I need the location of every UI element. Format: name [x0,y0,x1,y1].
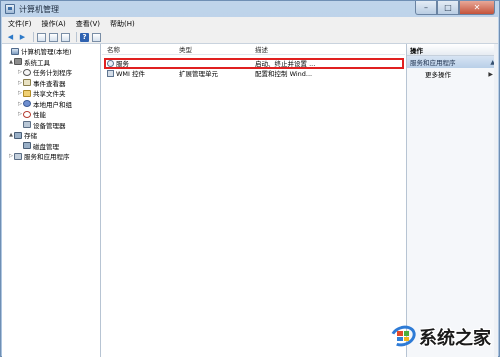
tree-item-storage[interactable]: ▲ 存储 [2,130,100,141]
tools-icon [14,58,22,66]
menu-action[interactable]: 操作(A) [42,19,66,29]
list-cell-name: WMI 控件 [102,68,179,78]
wmi-icon [107,69,114,77]
actions-title: 操作 [407,44,498,56]
toolbar-separator [33,32,34,42]
performance-icon [23,110,31,118]
column-header-description[interactable]: 描述 [255,44,405,54]
navigation-tree: 计算机管理(本地) ▲ 系统工具 ▷ 任务计划程序 ▷ 事件查看器 ▷ 共享文件… [2,44,101,357]
watermark-text: 系统之家 [419,328,491,349]
tree-item-shared-folders[interactable]: ▷ 共享文件夹 [2,88,100,99]
actions-pane: 操作 服务和应用程序 ▲ 更多操作 ▶ [406,44,498,357]
list-header: 名称 类型 描述 [102,44,405,55]
tree-item-disk-management[interactable]: 磁盘管理 [2,141,100,152]
show-action-pane-icon[interactable] [92,32,101,42]
tree-item-event-viewer[interactable]: ▷ 事件查看器 [2,78,100,89]
maximize-button[interactable]: □ [437,1,459,15]
tree-item-label: 系统工具 [24,58,50,67]
tree-item-label: 本地用户和组 [33,100,72,109]
event-log-icon [23,79,31,87]
details-list: 名称 类型 描述 服务 启动、终止并设置 ... WMI 控件 扩展管理单元 配… [102,44,405,357]
list-cell-type: 扩展管理单元 [179,70,218,78]
tree-item-task-scheduler[interactable]: ▷ 任务计划程序 [2,67,100,78]
services-apps-icon [14,152,22,160]
help-icon[interactable]: ? [80,32,89,42]
tree-item-label: 服务和应用程序 [24,153,70,162]
menu-help[interactable]: 帮助(H) [110,19,135,29]
menu-view[interactable]: 查看(V) [76,19,100,29]
watermark: 系统之家 [387,322,491,350]
tree-item-label: 事件查看器 [33,79,66,88]
tree-item-label: 任务计划程序 [33,69,72,78]
toolbar: ◀ ▶ ? [2,31,498,44]
tree-item-performance[interactable]: ▷ 性能 [2,109,100,120]
tree-item-label: 共享文件夹 [33,90,66,99]
services-highlight-box [104,58,404,69]
more-actions-label: 更多操作 [425,71,451,79]
submenu-arrow-icon: ▶ [488,70,493,78]
back-arrow-icon[interactable]: ◀ [6,33,15,42]
actions-section-header[interactable]: 服务和应用程序 ▲ [407,56,498,68]
window-title: 计算机管理 [19,5,59,14]
clock-icon [23,68,31,76]
forward-arrow-icon[interactable]: ▶ [18,33,27,42]
tree-item-label: 性能 [33,111,46,120]
content-area: 计算机管理(本地) ▲ 系统工具 ▷ 任务计划程序 ▷ 事件查看器 ▷ 共享文件… [2,44,498,357]
computer-icon [11,47,19,55]
storage-icon [14,131,22,139]
column-header-name[interactable]: 名称 [102,44,179,54]
tree-item-local-users-groups[interactable]: ▷ 本地用户和组 [2,99,100,110]
shared-folder-icon [23,89,31,97]
tree-item-system-tools[interactable]: ▲ 系统工具 [2,57,100,68]
show-hide-tree-icon[interactable] [49,32,58,42]
list-row-wmi-control[interactable]: WMI 控件 扩展管理单元 配置和控制 Wind... [102,68,405,78]
list-cell-description: 配置和控制 Wind... [255,70,313,78]
tree-item-label: 存储 [24,132,37,141]
toolbar-separator [76,32,77,42]
tree-item-label: 设备管理器 [33,121,66,130]
tree-item-services-and-applications[interactable]: ▷ 服务和应用程序 [2,151,100,162]
menu-file[interactable]: 文件(F) [8,19,32,29]
menu-bar: 文件(F) 操作(A) 查看(V) 帮助(H) [2,17,498,31]
window-controls: – □ ✕ [415,1,495,15]
tree-item-computer-management[interactable]: 计算机管理(本地) [2,46,100,57]
actions-section-label: 服务和应用程序 [410,59,456,67]
tree-item-label: 计算机管理(本地) [21,48,72,57]
title-bar[interactable]: 计算机管理 – □ ✕ [1,1,499,17]
wmi-label: WMI 控件 [116,70,146,78]
computer-management-window: 计算机管理 – □ ✕ 文件(F) 操作(A) 查看(V) 帮助(H) ◀ ▶ … [0,0,500,357]
minimize-button[interactable]: – [415,1,437,15]
device-manager-icon [23,121,31,129]
more-actions-item[interactable]: 更多操作 ▶ [407,68,498,80]
tree-item-label: 磁盘管理 [33,142,59,151]
computer-management-icon [5,4,15,14]
disk-icon [23,142,31,150]
tree-item-device-manager[interactable]: 设备管理器 [2,120,100,131]
users-icon [23,100,31,108]
up-level-icon[interactable] [37,32,46,42]
close-button[interactable]: ✕ [459,1,495,15]
actions-scrollbar[interactable] [494,44,498,357]
windows-logo-icon [387,322,419,350]
export-list-icon[interactable] [61,32,70,42]
column-header-type[interactable]: 类型 [179,44,255,54]
